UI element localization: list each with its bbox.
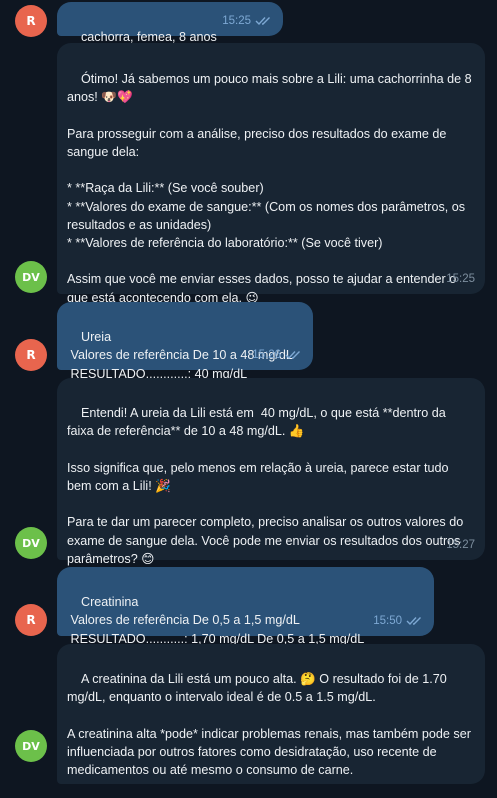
message-meta: 15:27 <box>446 536 475 554</box>
message-text: Creatinina Valores de referência De 0,5 … <box>70 595 365 646</box>
message-bubble-incoming[interactable]: Entendi! A ureia da Lili está em 40 mg/d… <box>57 378 485 566</box>
message-bubble-incoming[interactable]: Ótimo! Já sabemos um pouco mais sobre a … <box>57 43 485 305</box>
double-check-icon <box>406 616 421 625</box>
message-text: A creatinina da Lili está um pouco alta.… <box>67 672 471 778</box>
message-time: 15:50 <box>373 614 402 627</box>
message-time: 15:25 <box>222 14 251 27</box>
message-bubble-outgoing[interactable]: Ureia Valores de referência De 10 a 48 m… <box>57 302 313 381</box>
message-meta: 15:26 <box>252 346 303 364</box>
message-meta: 15:50 <box>373 612 424 630</box>
message-time: 15:25 <box>446 272 475 285</box>
double-check-icon <box>255 16 270 25</box>
avatar[interactable]: DV <box>15 261 47 293</box>
avatar[interactable]: R <box>15 604 47 636</box>
message-time: 15:27 <box>446 538 475 551</box>
message-text: Ótimo! Já sabemos um pouco mais sobre a … <box>67 72 472 305</box>
message-bubble-outgoing[interactable]: cachorra, femea, 8 anos 15:25 <box>57 2 283 44</box>
avatar[interactable]: R <box>15 339 47 371</box>
double-check-icon <box>285 350 300 359</box>
avatar[interactable]: DV <box>15 527 47 559</box>
message-text: Entendi! A ureia da Lili está em 40 mg/d… <box>67 406 464 566</box>
message-time: 15:26 <box>252 348 281 361</box>
message-meta: 15:25 <box>222 12 273 30</box>
avatar[interactable]: DV <box>15 730 47 762</box>
message-bubble-outgoing[interactable]: Creatinina Valores de referência De 0,5 … <box>57 567 434 646</box>
message-meta: 15:25 <box>446 270 475 288</box>
avatar[interactable]: R <box>15 5 47 37</box>
message-bubble-incoming[interactable]: A creatinina da Lili está um pouco alta.… <box>57 644 485 784</box>
